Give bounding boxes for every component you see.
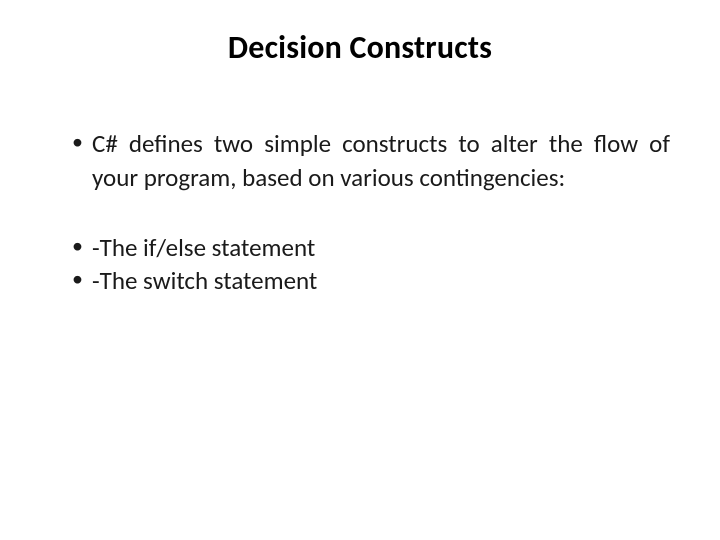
bullet-intro: C# defines two simple constructs to alte… bbox=[72, 127, 670, 195]
bullet-ifelse: -The if/else statement bbox=[72, 231, 670, 265]
slide-content: C# defines two simple constructs to alte… bbox=[50, 127, 670, 298]
bullet-switch: -The switch statement bbox=[72, 264, 670, 298]
spacer bbox=[72, 195, 670, 231]
slide-container: Decision Constructs C# defines two simpl… bbox=[0, 0, 720, 540]
slide-title: Decision Constructs bbox=[50, 28, 670, 67]
